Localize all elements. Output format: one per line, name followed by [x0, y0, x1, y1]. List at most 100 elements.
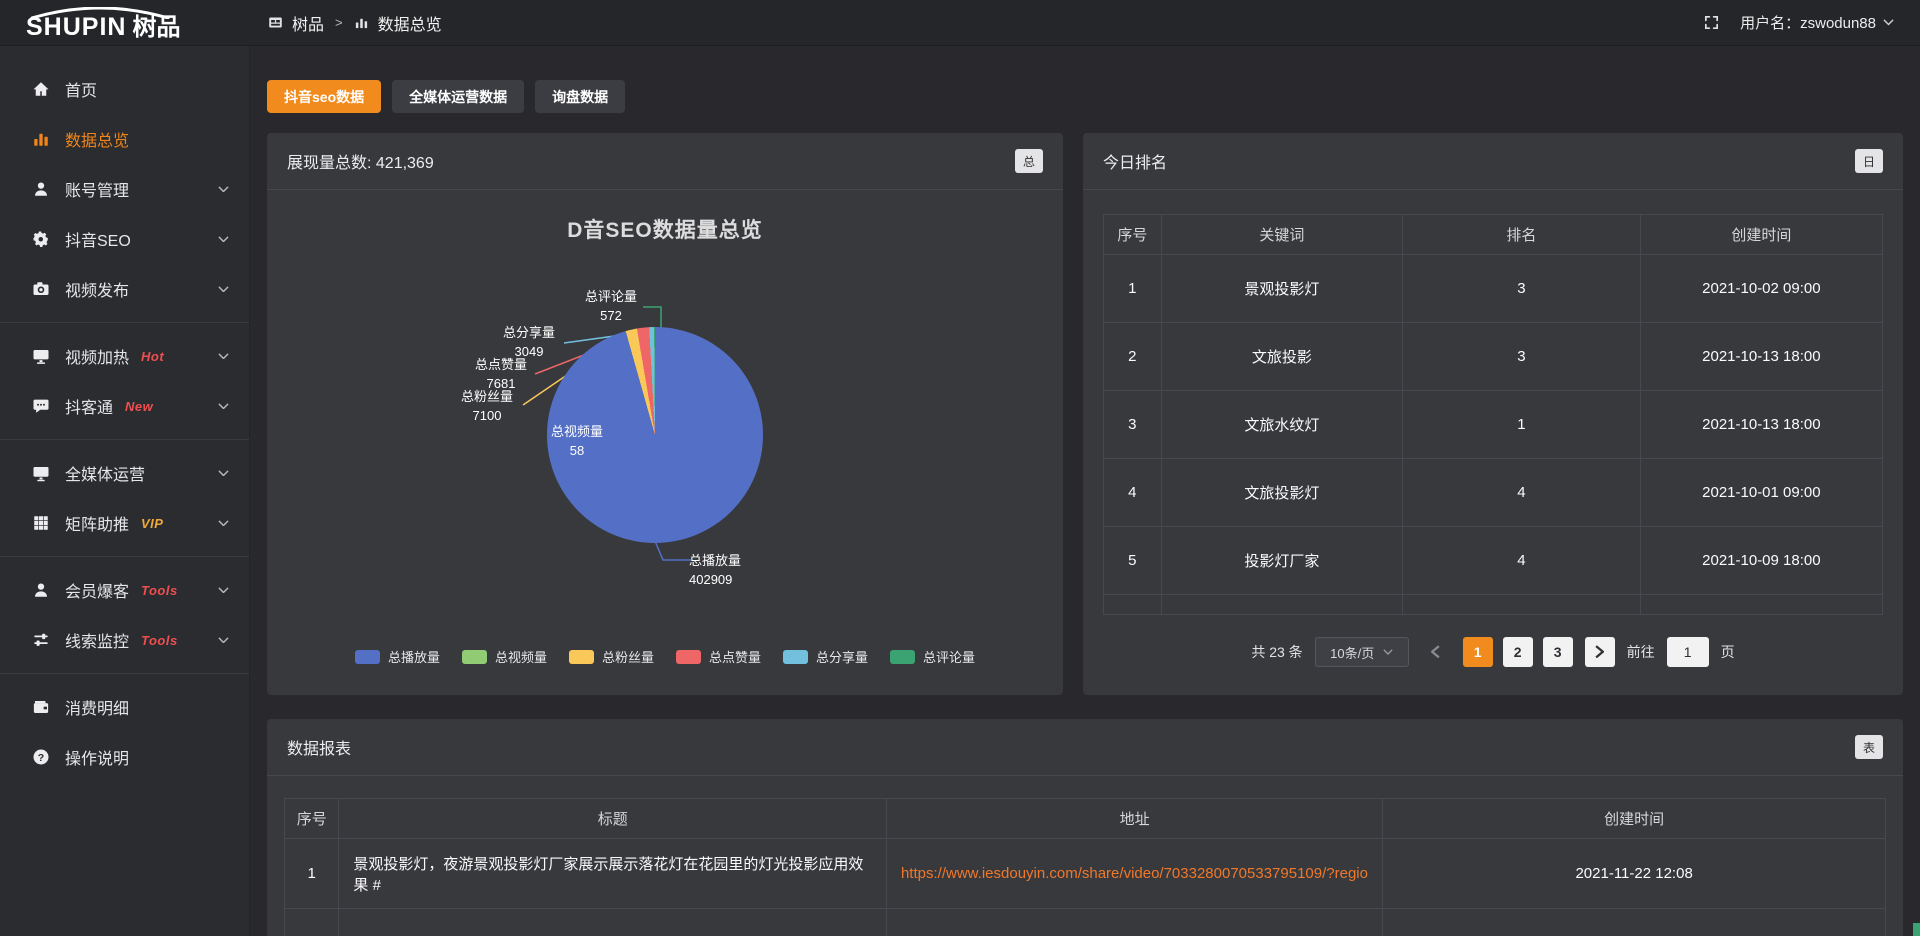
pie-chart: D音SEO数据量总览 总播放量402909总视频量58总粉丝量7100总点赞量7…: [267, 190, 1063, 694]
pagination: 共 23 条 10条/页 123: [1103, 637, 1883, 667]
fullscreen-icon[interactable]: [1703, 14, 1720, 31]
rank-table-row: 1景观投影灯32021-10-02 09:00: [1104, 255, 1883, 323]
sidebar-item-douyin-seo[interactable]: 抖音SEO: [0, 214, 249, 264]
legend-item-videos[interactable]: 总视频量: [462, 647, 547, 666]
goto-label: 前往: [1627, 642, 1655, 662]
legend-label: 总播放量: [388, 647, 440, 666]
rank-cell: 4: [1403, 459, 1641, 527]
tab-inquiry-data[interactable]: 询盘数据: [535, 80, 625, 113]
rank-card: 今日排名 日 序号关键词排名创建时间 1景观投影灯32021-10-02 09:…: [1083, 133, 1903, 695]
rank-cell: 2021-10-13 18:00: [1640, 323, 1882, 391]
rank-table: 序号关键词排名创建时间 1景观投影灯32021-10-02 09:002文旅投影…: [1103, 214, 1883, 615]
rank-cell: 景观投影灯: [1161, 255, 1402, 323]
rank-cell: 文旅投影灯: [1161, 459, 1402, 527]
report-table: 序号标题地址创建时间 1景观投影灯，夜游景观投影灯厂家展示展示落花灯在花园里的灯…: [284, 798, 1886, 936]
svg-text:?: ?: [38, 752, 44, 764]
breadcrumb: 树品 > 数据总览: [268, 11, 442, 35]
rank-cell: 文旅水纹灯: [1161, 391, 1402, 459]
data-tabs: 抖音seo数据全媒体运营数据询盘数据: [267, 80, 1903, 113]
report-cell-index: 1: [285, 839, 339, 909]
sidebar-item-label: 会员爆客: [65, 578, 129, 602]
report-link[interactable]: https://www.iesdouyin.com/share/video/70…: [901, 865, 1368, 882]
sidebar-badge: Tools: [141, 633, 178, 648]
legend-item-plays[interactable]: 总播放量: [355, 647, 440, 666]
report-cell-title: 景观投影灯，夜游景观投影灯厂家展示展示落花灯在花园里的灯光投影应用效果 #: [339, 839, 887, 909]
sidebar-item-consume-detail[interactable]: 消费明细: [0, 682, 249, 732]
report-column-header: 创建时间: [1383, 799, 1886, 839]
logo-arc: [26, 7, 174, 19]
report-column-header: 地址: [886, 799, 1382, 839]
sidebar-item-operation-guide[interactable]: ?操作说明: [0, 732, 249, 782]
total-toggle-button[interactable]: 总: [1015, 149, 1043, 173]
sidebar-item-video-publish[interactable]: 视频发布: [0, 264, 249, 314]
scrollbar-thumb[interactable]: [1913, 923, 1920, 936]
page-size-select[interactable]: 10条/页: [1315, 637, 1409, 667]
sliders-icon: [32, 631, 50, 649]
sidebar-item-home[interactable]: 首页: [0, 64, 249, 114]
tab-media-operation-data[interactable]: 全媒体运营数据: [392, 80, 524, 113]
sidebar-divider: [0, 439, 249, 440]
breadcrumb-separator: >: [333, 15, 345, 30]
camera-icon: [32, 280, 50, 298]
legend-label: 总分享量: [816, 647, 868, 666]
sidebar-item-member-baoke[interactable]: 会员爆客Tools: [0, 565, 249, 615]
legend-label: 总视频量: [495, 647, 547, 666]
tab-douyin-seo-data[interactable]: 抖音seo数据: [267, 80, 381, 113]
day-toggle-button[interactable]: 日: [1855, 149, 1883, 173]
sidebar-item-media-operation[interactable]: 全媒体运营: [0, 448, 249, 498]
page-button-2[interactable]: 2: [1503, 637, 1533, 667]
username: 用户名：zswodun88: [1740, 12, 1876, 33]
report-table-row-partial: [285, 909, 1886, 936]
legend-marker: [890, 650, 915, 664]
breadcrumb-root[interactable]: 树品: [292, 11, 324, 35]
top-header: SHUPIN树品 树品 > 数据总览 用户名：zswodun88: [0, 0, 1920, 46]
legend-marker: [676, 650, 701, 664]
chart-legend: 总播放量 总视频量 总粉丝量 总点赞量 总分享量 总评论量: [267, 647, 1063, 666]
legend-marker: [462, 650, 487, 664]
legend-item-shares[interactable]: 总分享量: [783, 647, 868, 666]
legend-label: 总粉丝量: [602, 647, 654, 666]
sidebar-item-matrix-boost[interactable]: 矩阵助推VIP: [0, 498, 249, 548]
table-toggle-button[interactable]: 表: [1855, 735, 1883, 759]
wallet-icon: [32, 698, 50, 716]
rank-table-row: 5投影灯厂家42021-10-09 18:00: [1104, 527, 1883, 595]
chevron-down-icon: [218, 353, 229, 359]
next-page-button[interactable]: [1585, 637, 1615, 667]
legend-label: 总评论量: [923, 647, 975, 666]
breadcrumb-current: 数据总览: [378, 11, 442, 35]
sidebar-item-clue-monitor[interactable]: 线索监控Tools: [0, 615, 249, 665]
sidebar-divider: [0, 322, 249, 323]
rank-cell: 3: [1403, 255, 1641, 323]
sidebar-divider: [0, 673, 249, 674]
sidebar-item-label: 全媒体运营: [65, 461, 145, 485]
legend-item-likes[interactable]: 总点赞量: [676, 647, 761, 666]
chevron-left-icon: [1431, 645, 1440, 659]
chart-card: 展现量总数: 421,369 总 D音SEO数据量总览 总播放量402909总视…: [267, 133, 1063, 695]
member-icon: [32, 581, 50, 599]
prev-page-button[interactable]: [1421, 637, 1451, 667]
legend-marker: [783, 650, 808, 664]
page-button-1[interactable]: 1: [1463, 637, 1493, 667]
rank-cell: 2021-10-13 18:00: [1640, 391, 1882, 459]
sidebar-item-video-heat[interactable]: 视频加热Hot: [0, 331, 249, 381]
legend-item-fans[interactable]: 总粉丝量: [569, 647, 654, 666]
report-table-row: 1景观投影灯，夜游景观投影灯厂家展示展示落花灯在花园里的灯光投影应用效果 # ht…: [285, 839, 1886, 909]
chevron-down-icon: [218, 286, 229, 292]
sidebar-item-data-overview[interactable]: 数据总览: [0, 114, 249, 164]
rank-cell: 1: [1104, 255, 1162, 323]
sidebar-item-account-manage[interactable]: 账号管理: [0, 164, 249, 214]
goto-page-input[interactable]: [1667, 637, 1709, 667]
user-menu[interactable]: 用户名：zswodun88: [1740, 12, 1894, 33]
rank-cell: 5: [1104, 527, 1162, 595]
goto-suffix: 页: [1721, 642, 1735, 662]
sidebar-item-douketong[interactable]: 抖客通New: [0, 381, 249, 431]
page-button-3[interactable]: 3: [1543, 637, 1573, 667]
rank-column-header: 序号: [1104, 215, 1162, 255]
rank-cell: 投影灯厂家: [1161, 527, 1402, 595]
report-cell-url: https://www.iesdouyin.com/share/video/70…: [886, 839, 1382, 909]
chevron-down-icon: [218, 520, 229, 526]
report-card-title: 数据报表: [287, 735, 351, 759]
legend-item-comments[interactable]: 总评论量: [890, 647, 975, 666]
chevron-down-icon: [218, 587, 229, 593]
sidebar-badge: New: [125, 399, 153, 414]
